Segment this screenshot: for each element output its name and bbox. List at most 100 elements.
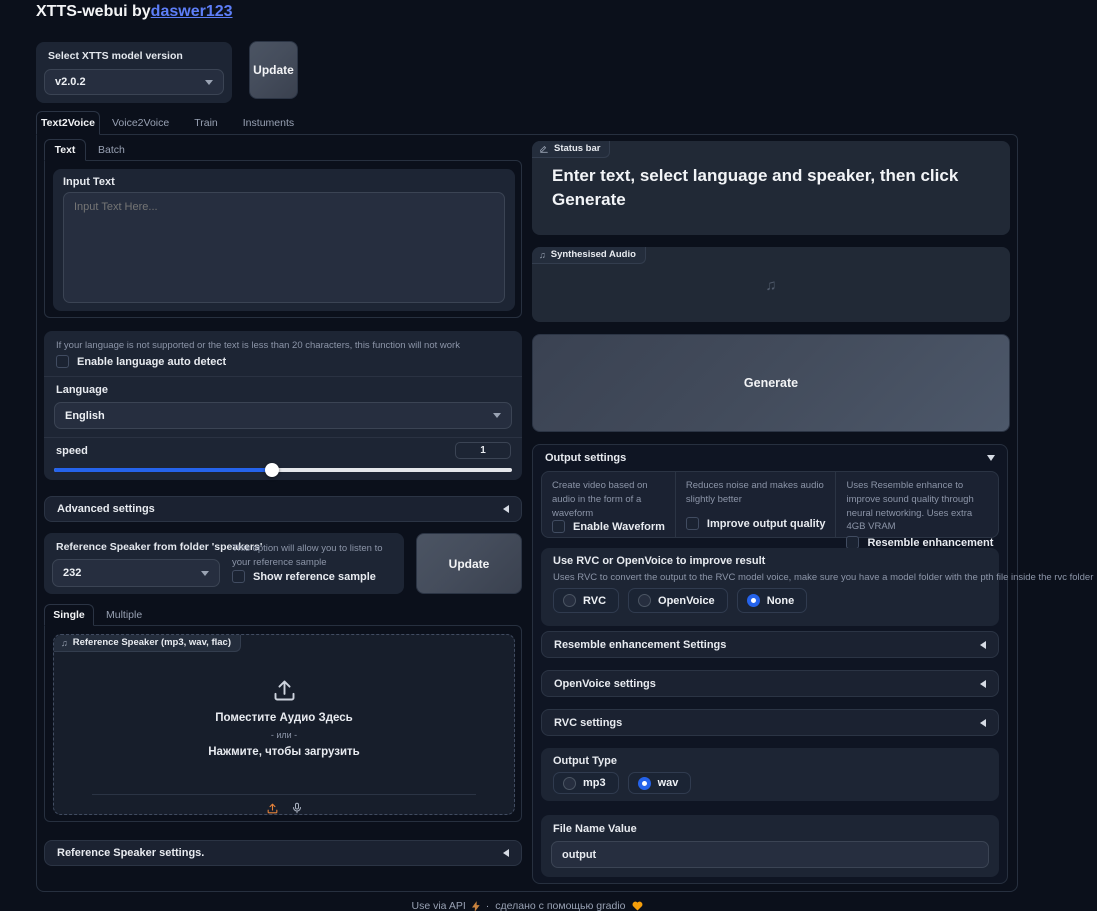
music-note-icon: ♫ (61, 638, 68, 648)
model-version-value: v2.0.2 (55, 76, 86, 88)
tab-instuments[interactable]: Instuments (243, 117, 294, 129)
tab-text[interactable]: Text (44, 139, 86, 161)
output-settings-accordion: Output settings Create video based on au… (532, 444, 1008, 884)
slider-fill (54, 468, 272, 472)
upload-source-icon[interactable] (266, 802, 279, 815)
language-group: If your language is not supported or the… (44, 331, 522, 480)
status-bar-panel: Status bar Enter text, select language a… (532, 141, 1010, 235)
language-info: If your language is not supported or the… (56, 339, 510, 353)
radio-openvoice-label: OpenVoice (658, 595, 715, 607)
speed-value-input[interactable]: 1 (455, 442, 511, 459)
radio-circle-icon (638, 594, 651, 607)
model-select-label: Select XTTS model version (48, 50, 183, 62)
advanced-settings-accordion[interactable]: Advanced settings (44, 496, 522, 522)
speed-label: speed (56, 445, 88, 457)
reference-folder-dropdown[interactable]: 232 (52, 559, 220, 587)
auto-detect-checkbox[interactable] (56, 355, 69, 368)
output-settings-label: Output settings (545, 452, 626, 464)
slider-thumb[interactable] (265, 463, 279, 477)
reference-folder-group: Reference Speaker from folder 'speakers'… (44, 533, 404, 594)
upload-icon (271, 677, 298, 704)
reference-audio-dropzone[interactable]: ♫ Reference Speaker (mp3, wav, flac) Пом… (53, 634, 515, 815)
file-name-input[interactable] (551, 841, 989, 868)
tab-batch[interactable]: Batch (98, 139, 125, 160)
radio-wav-label: wav (658, 777, 679, 789)
accordion-collapsed-icon (980, 719, 986, 727)
tab-text2voice[interactable]: Text2Voice (36, 111, 100, 135)
upload-hint-block: Поместите Аудио Здесь - или - Нажмите, ч… (54, 677, 514, 758)
advanced-settings-label: Advanced settings (57, 503, 155, 515)
input-text-textarea[interactable] (63, 192, 505, 303)
status-bar-label: Status bar (554, 143, 600, 154)
rvc-openvoice-group: Use RVC or OpenVoice to improve result U… (541, 548, 999, 626)
music-note-icon: ♫ (539, 250, 546, 260)
model-update-button[interactable]: Update (249, 41, 298, 99)
waveform-info: Create video based on audio in the form … (552, 479, 665, 520)
radio-rvc[interactable]: RVC (553, 588, 619, 613)
input-text-label: Input Text (63, 176, 115, 188)
reference-settings-label: Reference Speaker settings. (57, 847, 204, 859)
chevron-down-icon (201, 571, 209, 576)
accordion-collapsed-icon (503, 849, 509, 857)
page-title-text: XTTS-webui by (36, 3, 151, 20)
use-via-api-link[interactable]: Use via API (411, 900, 465, 911)
waveform-row: Enable Waveform (552, 520, 665, 533)
model-select-group: Select XTTS model version v2.0.2 (36, 42, 232, 103)
radio-wav[interactable]: wav (628, 772, 692, 794)
radio-circle-icon (563, 594, 576, 607)
quality-row: Improve output quality (686, 517, 826, 530)
radio-openvoice[interactable]: OpenVoice (628, 588, 728, 613)
language-dropdown[interactable]: English (54, 402, 512, 429)
show-sample-row: Show reference sample (232, 570, 376, 583)
speed-slider[interactable] (54, 463, 512, 477)
quality-checkbox[interactable] (686, 517, 699, 530)
reference-settings-accordion[interactable]: Reference Speaker settings. (44, 840, 522, 866)
waveform-label: Enable Waveform (573, 521, 665, 533)
auto-detect-row: Enable language auto detect (56, 355, 226, 368)
reference-audio-label: Reference Speaker (mp3, wav, flac) (73, 637, 231, 648)
output-settings-header[interactable]: Output settings (545, 452, 995, 464)
output-type-label: Output Type (553, 755, 617, 767)
resemble-label: Resemble enhancement (867, 537, 993, 549)
output-type-group: Output Type mp3 wav (541, 748, 999, 801)
show-sample-checkbox[interactable] (232, 570, 245, 583)
text-tab-panel: Input Text (44, 160, 522, 318)
tab-multiple[interactable]: Multiple (106, 604, 142, 625)
radio-circle-icon (563, 777, 576, 790)
tab-single[interactable]: Single (44, 604, 94, 626)
openvoice-settings-label: OpenVoice settings (554, 678, 656, 690)
reference-update-button[interactable]: Update (416, 533, 522, 594)
radio-none[interactable]: None (737, 588, 808, 613)
reference-audio-chip: ♫ Reference Speaker (mp3, wav, flac) (54, 635, 241, 652)
openvoice-settings-accordion[interactable]: OpenVoice settings (541, 670, 999, 697)
status-bar-chip: Status bar (532, 141, 610, 158)
rvc-settings-label: RVC settings (554, 717, 622, 729)
author-link[interactable]: daswer123 (151, 3, 233, 20)
divider (44, 437, 522, 438)
accordion-collapsed-icon (980, 680, 986, 688)
rvc-radio-group: RVC OpenVoice None (553, 588, 807, 613)
radio-none-label: None (767, 595, 795, 607)
microphone-icon[interactable] (291, 801, 303, 815)
lightning-icon (472, 901, 480, 911)
synthesised-audio-chip: ♫ Synthesised Audio (532, 247, 646, 264)
generate-button[interactable]: Generate (532, 334, 1010, 432)
language-label: Language (56, 384, 108, 396)
resemble-settings-accordion[interactable]: Resemble enhancement Settings (541, 631, 999, 658)
auto-detect-label: Enable language auto detect (77, 356, 226, 368)
built-with-gradio-link[interactable]: сделано с помощью gradio (495, 900, 625, 911)
rvc-group-title: Use RVC or OpenVoice to improve result (553, 555, 765, 567)
synthesised-audio-panel: ♫ Synthesised Audio ♫ (532, 247, 1010, 322)
quality-label: Improve output quality (707, 518, 826, 530)
model-version-dropdown[interactable]: v2.0.2 (44, 69, 224, 95)
tab-voice2voice[interactable]: Voice2Voice (112, 117, 169, 129)
rvc-settings-accordion[interactable]: RVC settings (541, 709, 999, 736)
input-text-group: Input Text (53, 169, 515, 311)
footer: Use via API · сделано с помощью gradio (36, 900, 1018, 911)
resemble-settings-label: Resemble enhancement Settings (554, 639, 726, 651)
radio-mp3[interactable]: mp3 (553, 772, 619, 794)
click-hint: Нажмите, чтобы загрузить (208, 746, 360, 758)
chevron-down-icon (205, 80, 213, 85)
waveform-checkbox[interactable] (552, 520, 565, 533)
tab-train[interactable]: Train (194, 117, 218, 129)
